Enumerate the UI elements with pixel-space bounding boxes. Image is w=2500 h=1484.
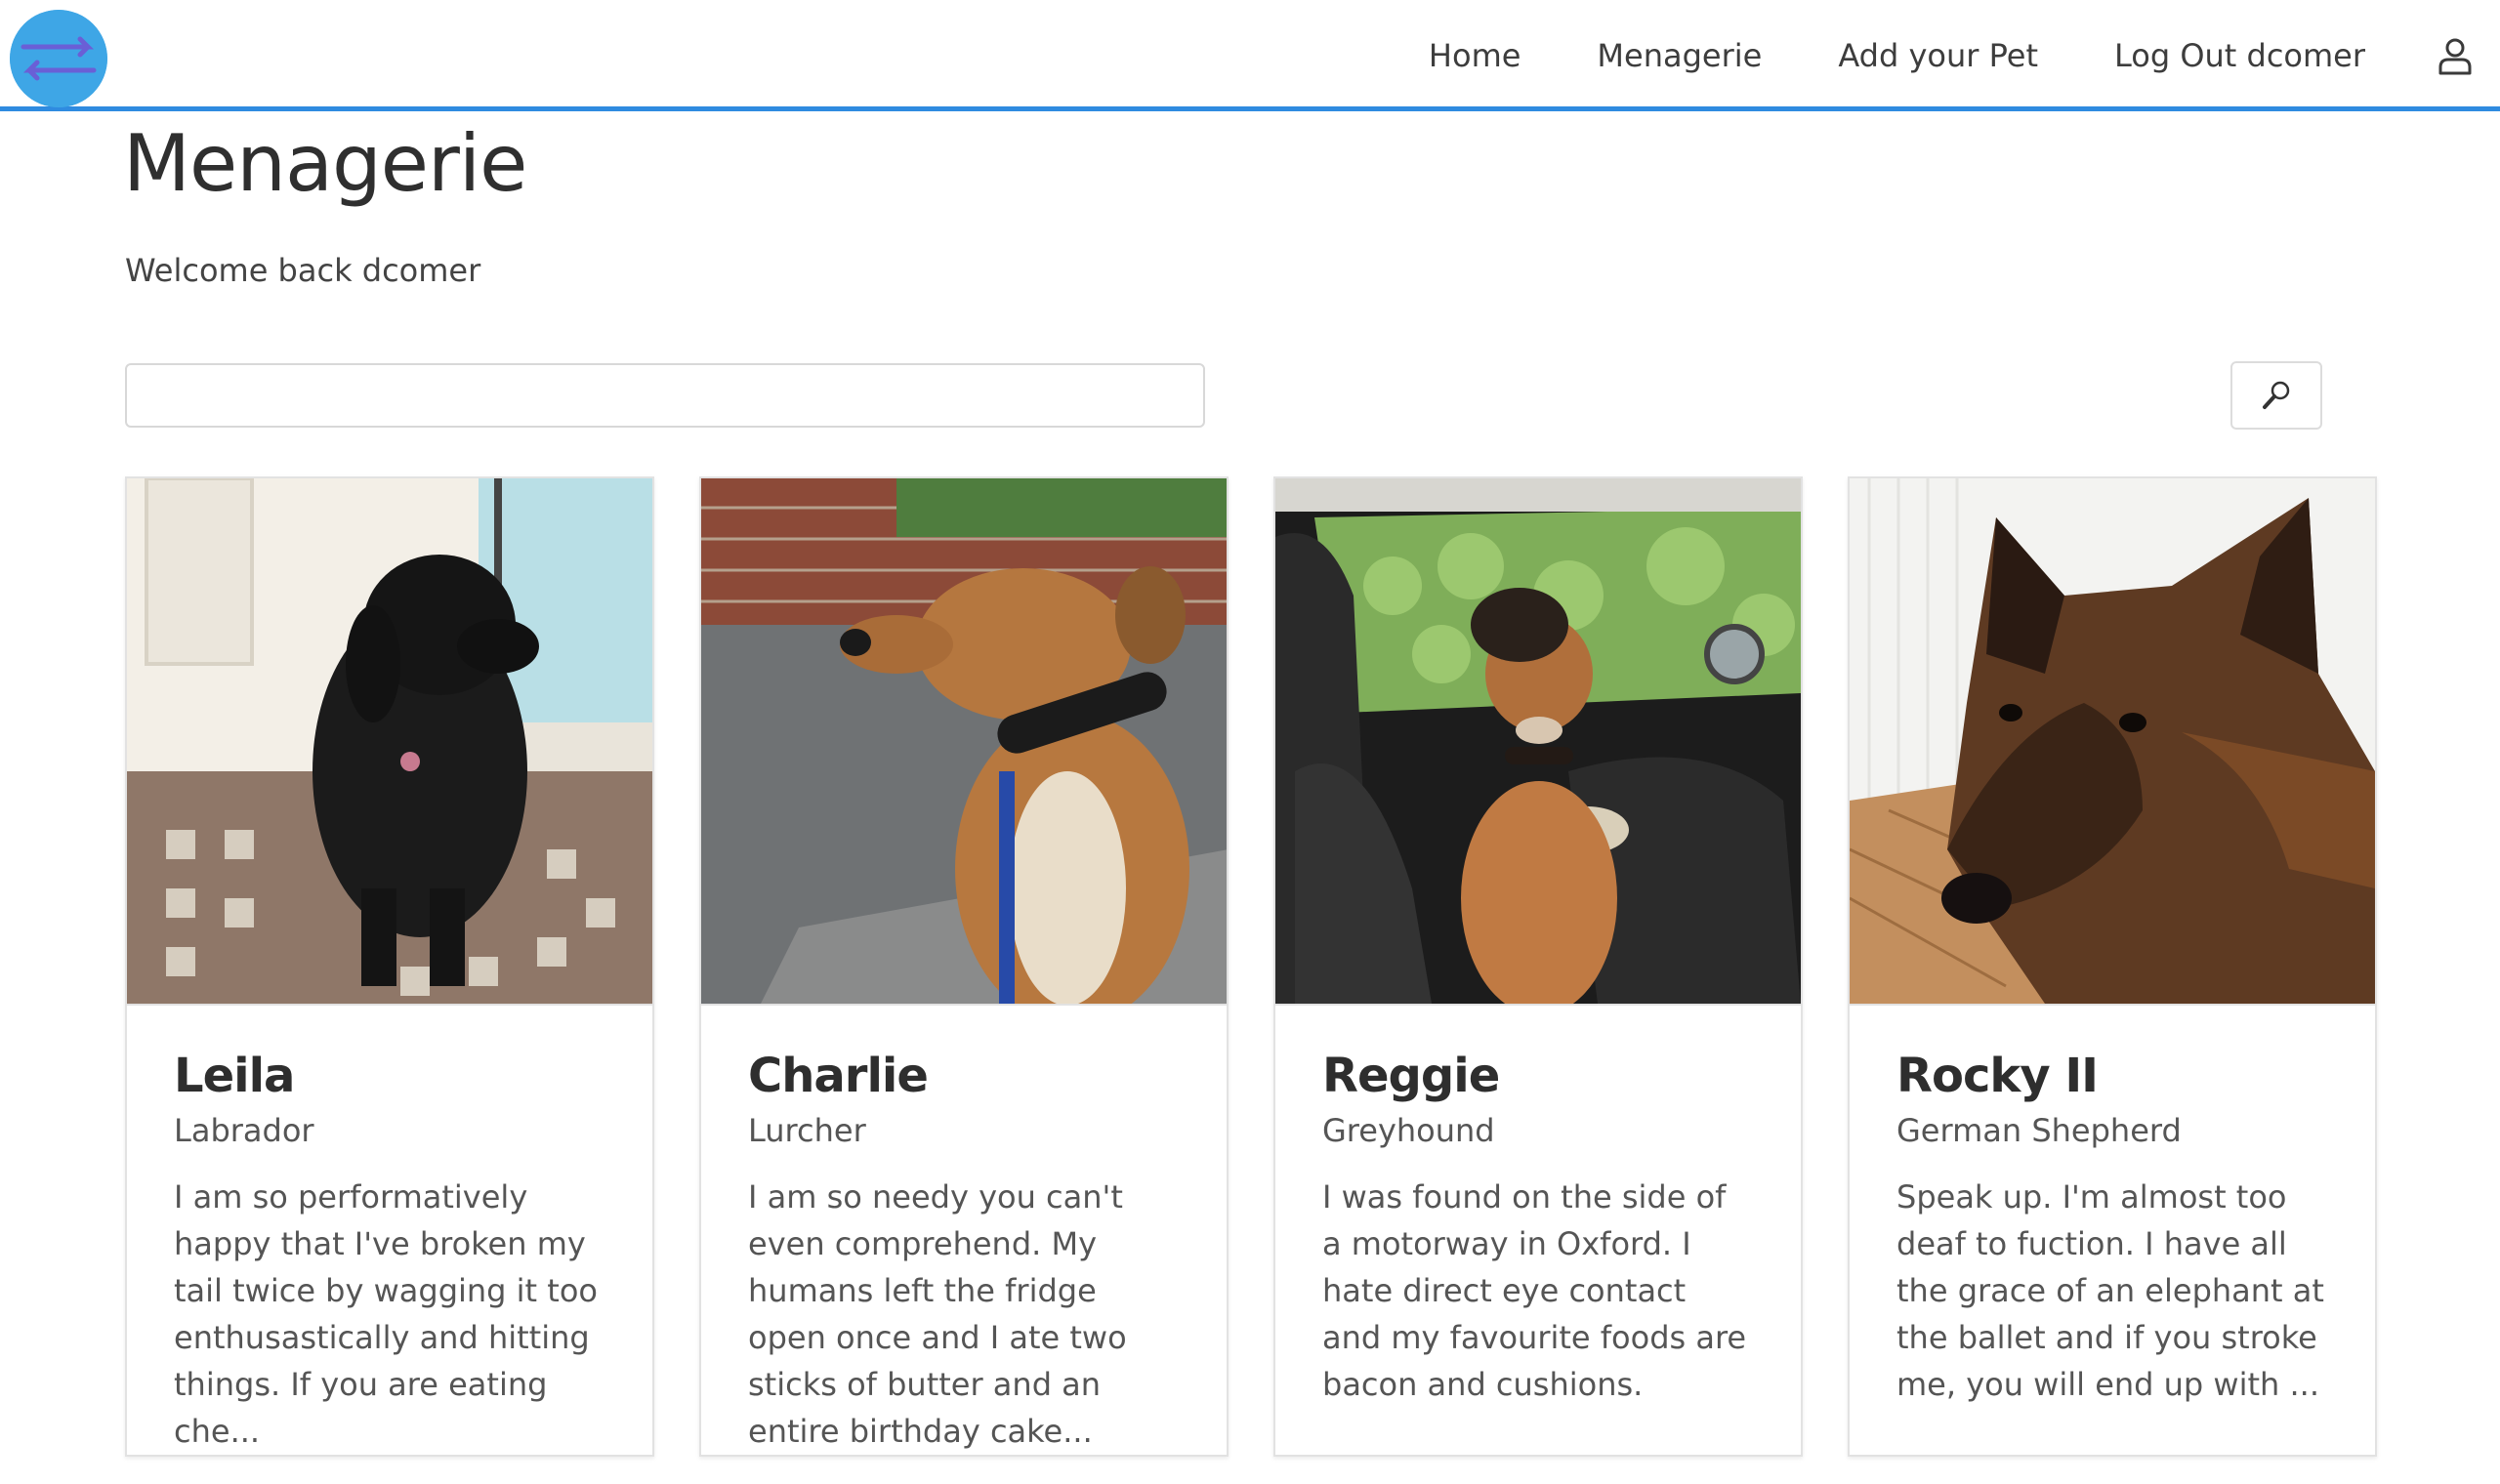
page-title: Menagerie <box>123 118 527 209</box>
top-nav: Home Menagerie Add your Pet Log Out dcom… <box>0 0 2500 111</box>
search-input[interactable] <box>125 363 1205 428</box>
pet-name: Reggie <box>1322 1049 1500 1103</box>
pet-card[interactable]: Reggie Greyhound I was found on the side… <box>1273 476 1803 1457</box>
user-profile-icon[interactable] <box>2434 34 2477 77</box>
nav-link-log-out[interactable]: Log Out dcomer <box>2114 37 2365 74</box>
nav-link-add-pet[interactable]: Add your Pet <box>1838 37 2038 74</box>
pet-breed: Lurcher <box>748 1112 866 1149</box>
pet-photo-leila[interactable] <box>127 478 652 1006</box>
pet-card[interactable]: Charlie Lurcher I am so needy you can't … <box>699 476 1229 1457</box>
card-body: Leila Labrador I am so performatively ha… <box>127 1006 652 1455</box>
search-button[interactable] <box>2230 361 2322 430</box>
nav-links: Home Menagerie Add your Pet Log Out dcom… <box>1429 0 2500 111</box>
nav-link-menagerie[interactable]: Menagerie <box>1597 37 1762 74</box>
search-icon <box>2263 381 2290 409</box>
pet-name: Rocky II <box>1896 1049 2099 1103</box>
pet-name: Leila <box>174 1049 295 1103</box>
pet-name: Charlie <box>748 1049 929 1103</box>
card-body: Reggie Greyhound I was found on the side… <box>1275 1006 1801 1408</box>
pet-breed: Greyhound <box>1322 1112 1495 1149</box>
pet-description: Speak up. I'm almost too deaf to fuction… <box>1896 1178 2324 1403</box>
pet-breed: German Shepherd <box>1896 1112 2182 1149</box>
pet-description: I was found on the side of a motorway in… <box>1322 1178 1747 1403</box>
pet-description: I am so performatively happy that I've b… <box>174 1178 598 1450</box>
pet-photo-rocky[interactable] <box>1850 478 2375 1006</box>
card-body: Charlie Lurcher I am so needy you can't … <box>701 1006 1227 1455</box>
arrows-logo-icon <box>10 10 107 107</box>
pet-card[interactable]: Rocky II German Shepherd Speak up. I'm a… <box>1848 476 2377 1457</box>
pet-photo-reggie[interactable] <box>1275 478 1801 1006</box>
pet-card[interactable]: Leila Labrador I am so performatively ha… <box>125 476 654 1457</box>
pet-description: I am so needy you can't even comprehend.… <box>748 1178 1127 1450</box>
card-body: Rocky II German Shepherd Speak up. I'm a… <box>1850 1006 2375 1408</box>
logo[interactable] <box>10 10 107 107</box>
pet-photo-charlie[interactable] <box>701 478 1227 1006</box>
welcome-message: Welcome back dcomer <box>125 252 481 289</box>
pet-breed: Labrador <box>174 1112 314 1149</box>
nav-link-home[interactable]: Home <box>1429 37 1521 74</box>
